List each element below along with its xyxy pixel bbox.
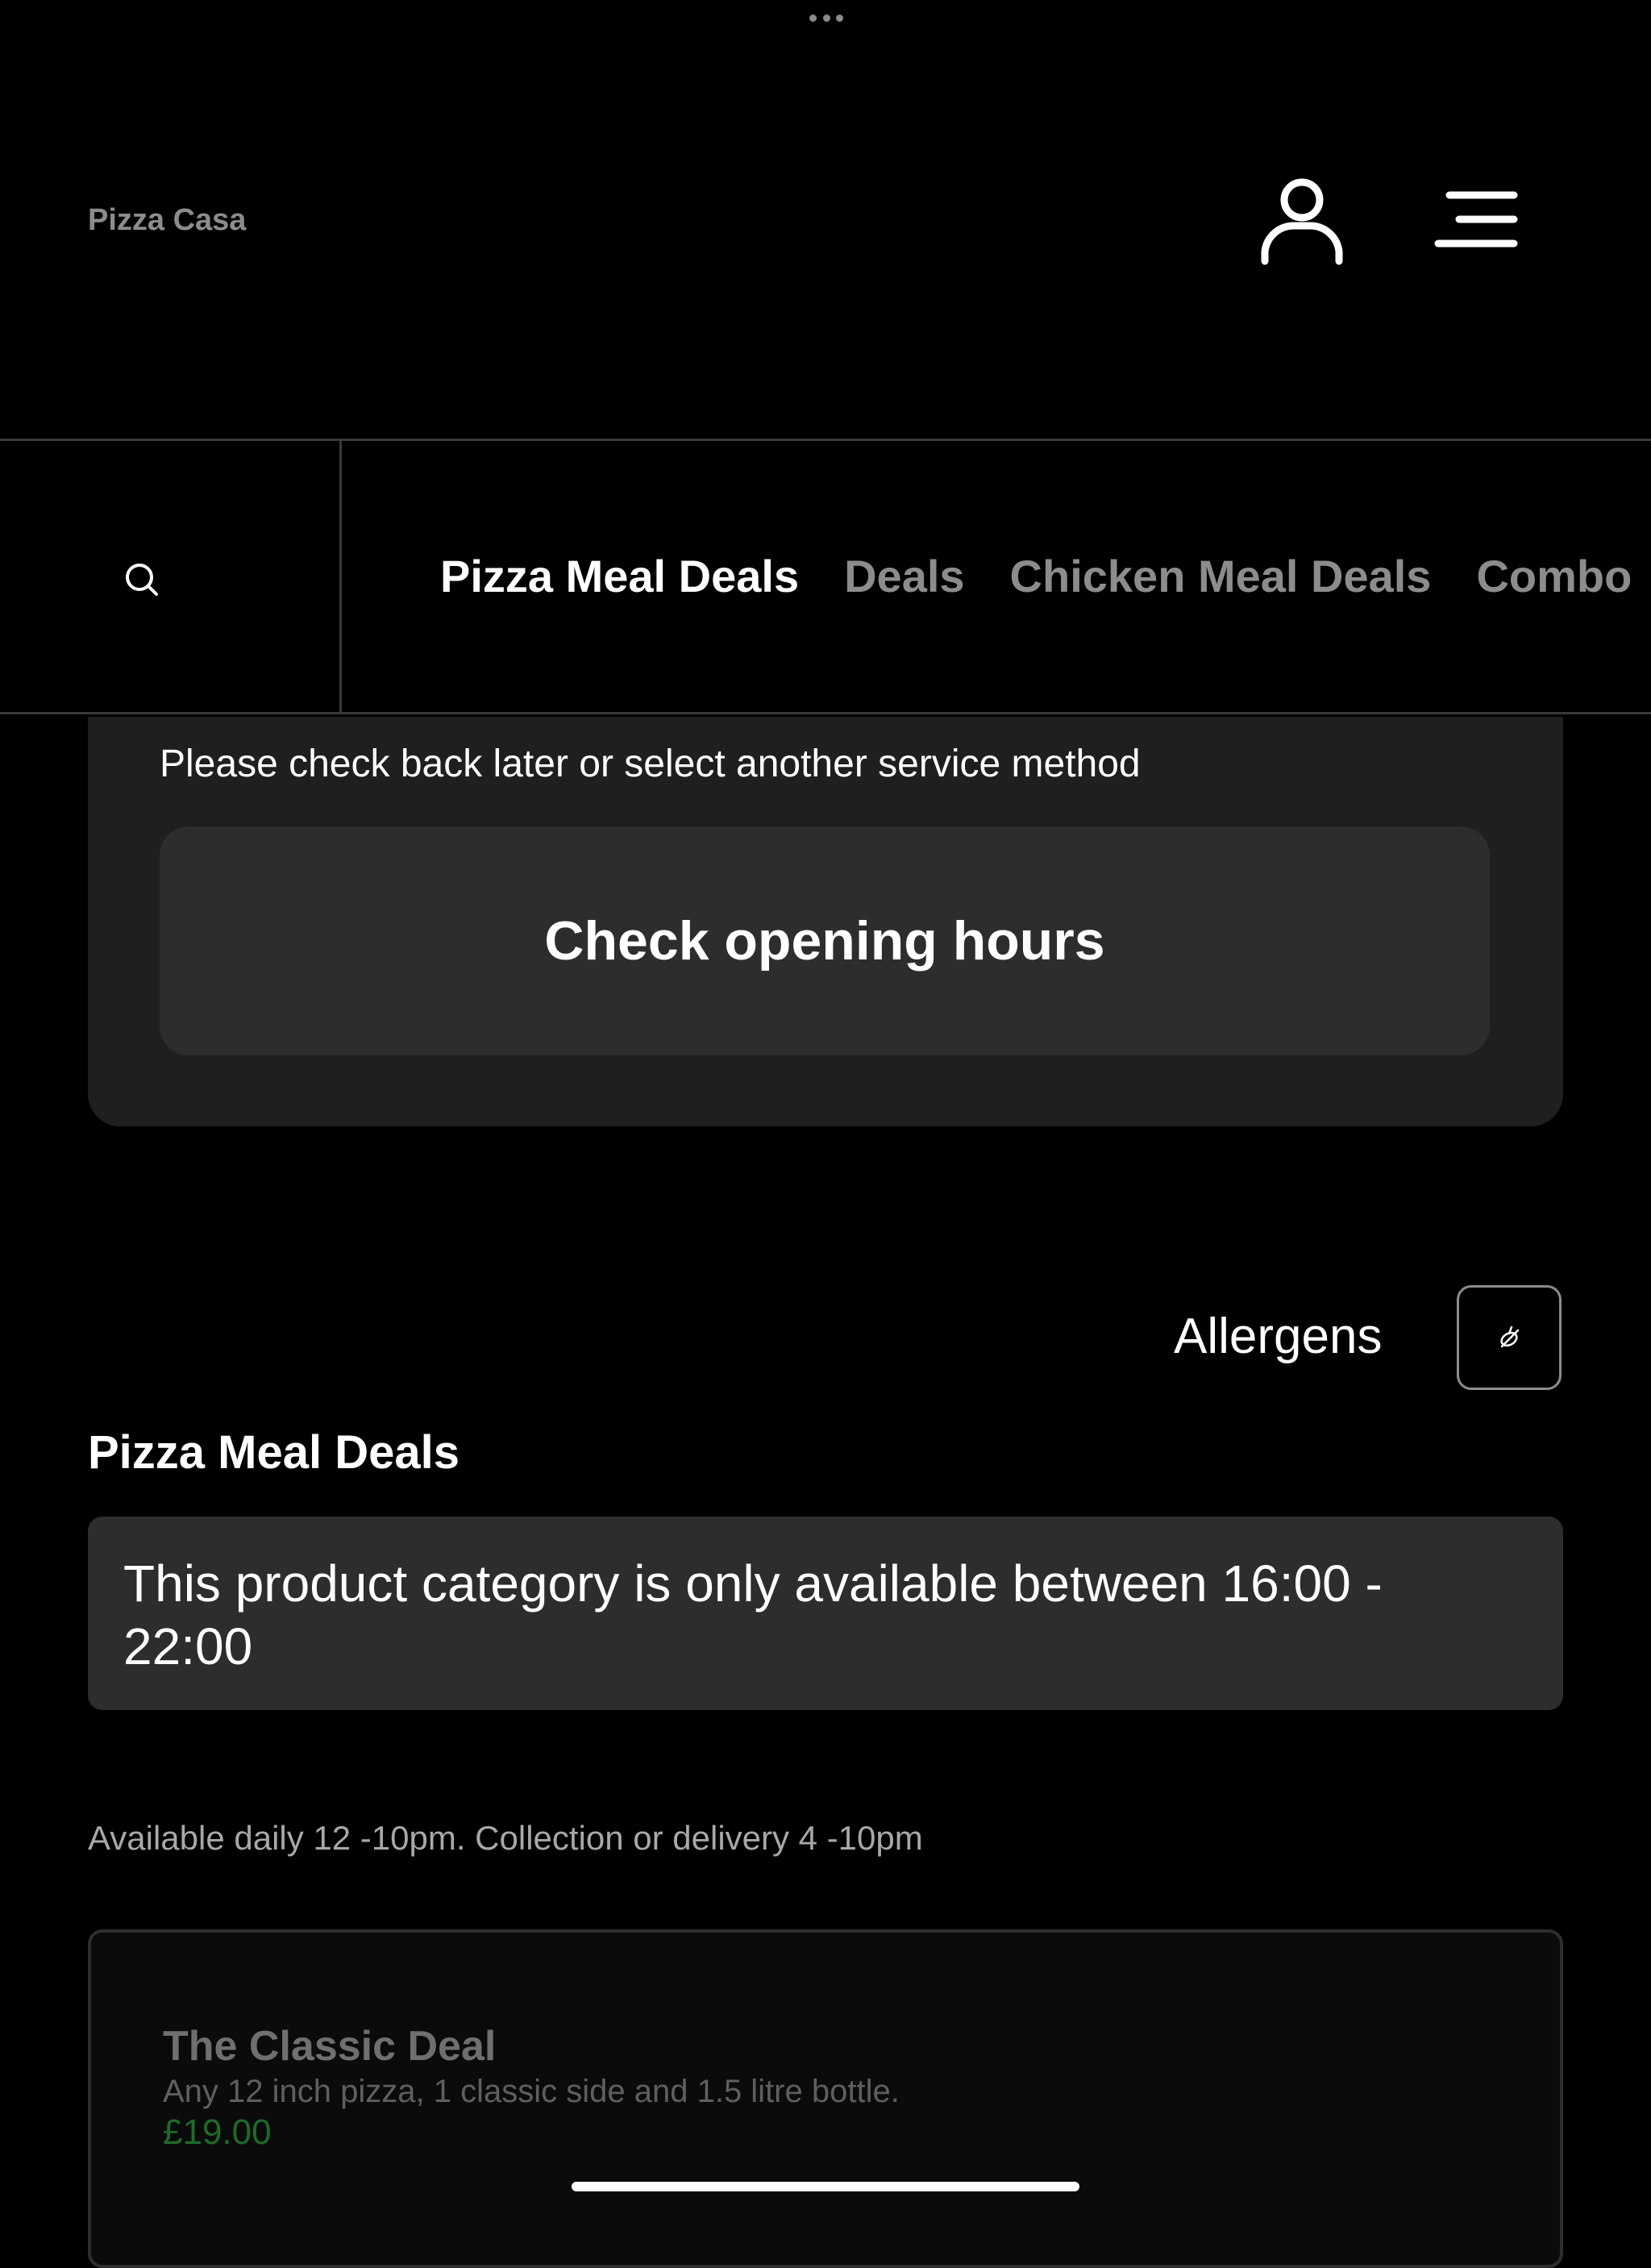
check-opening-hours-button[interactable]: Check opening hours	[160, 826, 1490, 1055]
search-button[interactable]	[0, 441, 342, 712]
tab-chicken-meal-deals[interactable]: Chicken Meal Deals	[1010, 549, 1432, 603]
tab-pizza-meal-deals[interactable]: Pizza Meal Deals	[440, 549, 799, 603]
product-name: The Classic Deal	[163, 2023, 497, 2070]
allergen-filter-icon	[1500, 1325, 1520, 1348]
hamburger-menu-icon	[1434, 191, 1518, 248]
home-indicator[interactable]	[572, 2182, 1079, 2191]
dot	[836, 15, 843, 22]
account-button[interactable]	[1254, 171, 1350, 268]
tab-deals[interactable]: Deals	[844, 549, 964, 603]
availability-text: This product category is only available …	[123, 1554, 1383, 1675]
multitasking-handle[interactable]	[809, 15, 843, 23]
dot	[822, 15, 830, 22]
allergens-button[interactable]	[1457, 1285, 1562, 1390]
section-info: Available daily 12 -10pm. Collection or …	[88, 1819, 923, 1857]
brand-name[interactable]: Pizza Casa	[88, 203, 246, 238]
dot	[809, 15, 817, 22]
availability-banner: This product category is only available …	[88, 1517, 1563, 1710]
product-description: Any 12 inch pizza, 1 classic side and 1.…	[163, 2074, 900, 2109]
product-price: £19.00	[163, 2112, 272, 2152]
menu-button[interactable]	[1427, 179, 1524, 260]
allergens-label: Allergens	[1174, 1309, 1383, 1364]
category-nav: Pizza Meal Deals Deals Chicken Meal Deal…	[0, 439, 1651, 714]
notice-message: Please check back later or select anothe…	[160, 743, 1141, 785]
section-title: Pizza Meal Deals	[88, 1426, 460, 1479]
user-icon	[1261, 178, 1343, 265]
category-tabs: Pizza Meal Deals Deals Chicken Meal Deal…	[440, 549, 1632, 603]
search-icon	[126, 564, 158, 596]
tab-combo[interactable]: Combo	[1476, 549, 1632, 603]
